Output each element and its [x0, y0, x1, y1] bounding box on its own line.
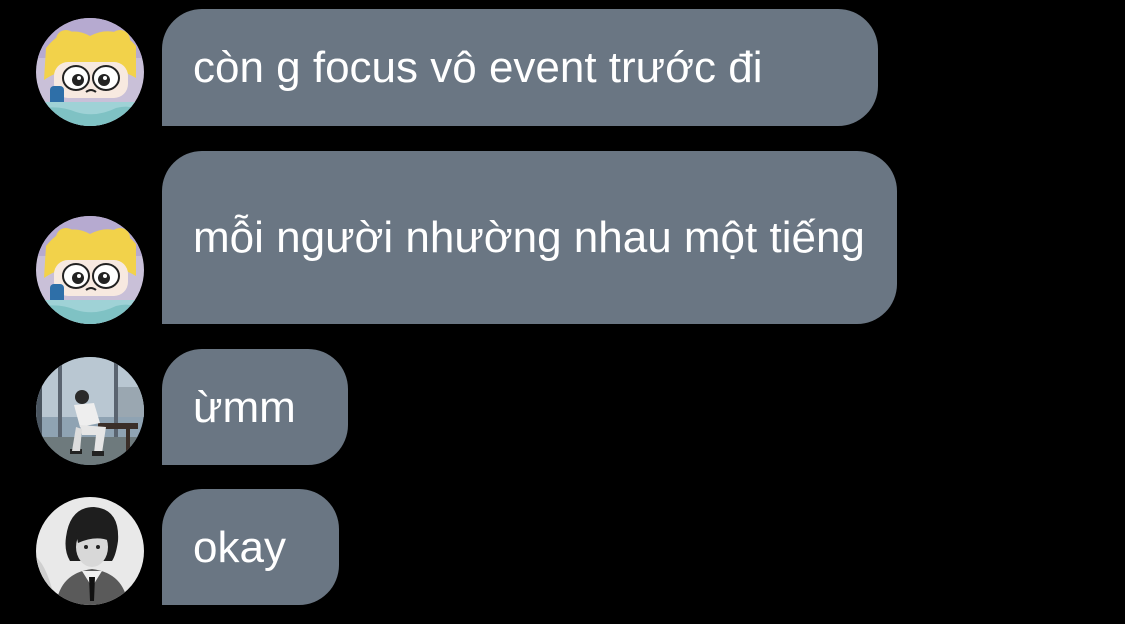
message-text: còn g focus vô event trước đi — [193, 43, 763, 92]
message-bubble[interactable]: còn g focus vô event trước đi — [162, 9, 878, 126]
photo-man-sitting-avatar-svg — [36, 357, 144, 465]
bw-portrait-avatar-icon[interactable] — [36, 497, 144, 605]
message-text: okay — [193, 522, 286, 572]
bw-portrait-avatar-svg — [36, 497, 144, 605]
message-bubble[interactable]: ừmm — [162, 349, 348, 465]
photo-man-sitting-avatar-icon[interactable] — [36, 357, 144, 465]
cartoon-girl-avatar-icon[interactable] — [36, 18, 144, 126]
cartoon-girl-avatar-svg — [36, 18, 144, 126]
message-text: ừmm — [193, 382, 296, 432]
cartoon-girl-avatar-svg — [36, 216, 144, 324]
message-bubble[interactable]: okay — [162, 489, 339, 605]
cartoon-girl-avatar-icon[interactable] — [36, 216, 144, 324]
message-text: mỗi người nhường nhau một tiếng — [193, 213, 865, 262]
message-bubble[interactable]: mỗi người nhường nhau một tiếng — [162, 151, 897, 324]
